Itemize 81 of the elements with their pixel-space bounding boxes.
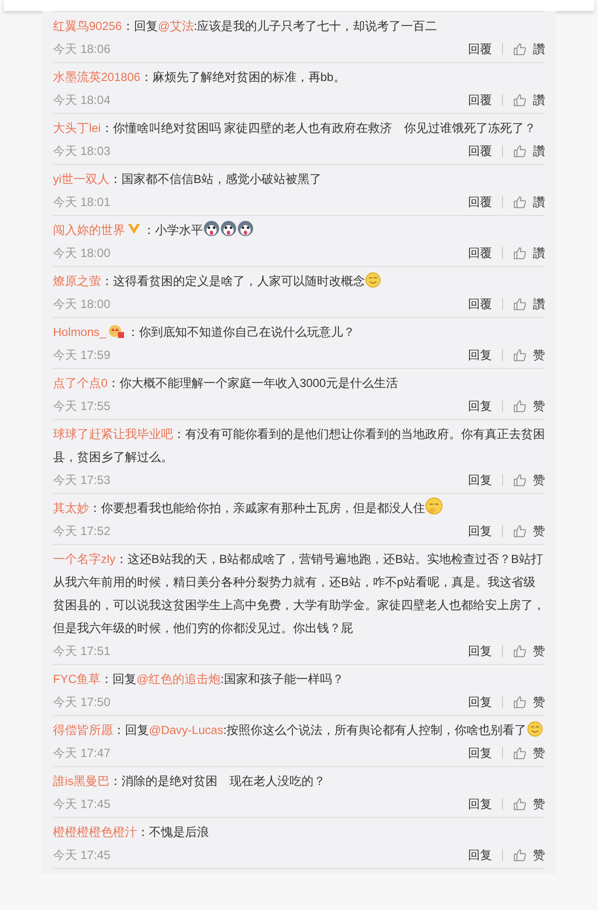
comment-text: 球球了赶紧让我毕业吧：有没有可能你看到的是他们想让你看到的当地政府。你有真正去贫困县，贫困乡了解过么。 [53, 426, 545, 466]
like-link[interactable]: 讚 [533, 90, 545, 108]
comment-text: 橙橙橙橙色橙汁：不愧是后浪 [53, 824, 210, 841]
like-link[interactable]: 讚 [533, 244, 545, 262]
like-link[interactable]: 赞 [533, 470, 545, 488]
reply-link[interactable]: 回覆 [468, 192, 492, 210]
comment-text: 得偿皆所愿：回复@Davy-Lucas:按照你这么个说法，所有舆论都有人控制，你啥也别看了 [53, 719, 545, 742]
timestamp: 今天 18:04 [53, 92, 110, 108]
comment-text: 誰is黑曼巴：消除的是绝对贫困 现在老人没吃的？ [53, 773, 327, 790]
timestamp: 今天 17:45 [53, 846, 110, 864]
like-link[interactable]: 赞 [533, 642, 545, 660]
thumbs-up-icon[interactable] [513, 524, 527, 538]
like-link[interactable]: 赞 [533, 794, 545, 812]
thumbs-up-icon[interactable] [513, 746, 527, 760]
timestamp: 今天 17:52 [53, 522, 110, 540]
like-link[interactable]: 赞 [533, 522, 545, 540]
comment-text: 大头丁lei：你懂啥叫绝对贫困吗 家徒四壁的老人也有政府在救济 你见过谁饿死了冻死了？ [53, 120, 538, 137]
thumbs-up-icon[interactable] [513, 144, 527, 158]
thumbs-up-icon[interactable] [513, 848, 527, 862]
thumbs-up-icon[interactable] [513, 694, 527, 708]
comment-text: 水墨流英201806：麻烦先了解绝对贫困的标准，再bb。 [53, 69, 346, 86]
thumbs-up-icon[interactable] [513, 348, 527, 362]
reply-link[interactable]: 回覆 [468, 142, 492, 160]
comment-text: 闯入妳的世界 ：小学水平 [53, 219, 545, 242]
timestamp: 今天 18:00 [53, 244, 110, 262]
smiley-icon [365, 272, 381, 288]
timestamp: 今天 17:47 [53, 744, 110, 762]
timestamp: 今天 17:50 [53, 694, 110, 710]
like-link[interactable]: 讚 [533, 142, 545, 160]
reply-link[interactable]: 回复 [468, 846, 492, 864]
like-link[interactable]: 讚 [533, 294, 545, 312]
timestamp: 今天 17:45 [53, 796, 110, 812]
comment-text: yi世一双人：国家都不信信B站，感觉小破站被黑了 [53, 171, 322, 188]
reply-link[interactable]: 回复 [468, 470, 492, 488]
comment-text: 点了个点0：你大概不能理解一个家庭一年收入3000元是什么生活 [53, 375, 399, 392]
reply-link[interactable]: 回覆 [468, 90, 492, 108]
timestamp: 今天 17:59 [53, 346, 110, 364]
reply-link[interactable]: 回复 [468, 522, 492, 540]
timestamp: 今天 17:53 [53, 472, 110, 488]
like-link[interactable]: 赞 [533, 692, 545, 710]
like-link[interactable]: 赞 [533, 846, 545, 864]
comment-text: 一个名字zly：这还B站我的天，B站都成啥了，营销号遍地跑，还B站。实地检查过否？B站打从我六年前用的时候，精日美分各种分裂势力就有，还B站，咋不p站看呢，真是。我这省级贫困县的，可以说我这贫困学生上高中免费，大学有助学金。家徒四壁老人也都给安上房了，但是我六年级的时候，他们穷的你都没见过。你出钱？屁 [53, 551, 545, 637]
like-link[interactable]: 赞 [533, 346, 545, 364]
thumbs-up-icon[interactable] [513, 296, 527, 310]
smiley-icon [526, 721, 543, 737]
reply-link[interactable]: 回覆 [468, 40, 492, 58]
thumbs-up-icon[interactable] [513, 246, 527, 260]
thumbs-up-icon[interactable] [513, 194, 527, 208]
like-link[interactable]: 讚 [533, 192, 545, 210]
like-link[interactable]: 赞 [533, 396, 545, 414]
husky-emoji-icon [237, 220, 254, 237]
reply-link[interactable]: 回复 [468, 692, 492, 710]
reply-link[interactable]: 回复 [468, 642, 492, 660]
like-link[interactable]: 赞 [533, 744, 545, 762]
thumbs-up-icon[interactable] [513, 92, 527, 106]
reply-link[interactable]: 回覆 [468, 294, 492, 312]
thumbs-up-icon[interactable] [513, 398, 527, 412]
like-link[interactable]: 讚 [533, 40, 545, 58]
thumbs-up-icon[interactable] [513, 644, 527, 658]
reply-link[interactable]: 回复 [468, 744, 492, 762]
timestamp: 今天 17:55 [53, 398, 110, 414]
reply-link[interactable]: 回复 [468, 794, 492, 812]
thinking-emoji-icon [425, 497, 443, 515]
reply-link[interactable]: 回覆 [468, 244, 492, 262]
timestamp: 今天 17:51 [53, 642, 110, 660]
thumbs-up-icon[interactable] [513, 472, 527, 486]
comment-text: Holmons_ ：你到底知不知道你自己在说什么玩意儿？ [53, 322, 356, 341]
husky-emoji-icon [220, 220, 237, 237]
husky-emoji-icon [203, 220, 220, 237]
comment-text: 其太妙：你要想看我也能给你拍，亲戚家有那种土瓦房，但是都没人住 [53, 497, 545, 520]
timestamp: 今天 18:01 [53, 194, 110, 210]
reply-link[interactable]: 回复 [468, 346, 492, 364]
comment-text: 燎原之萤：这得看贫困的定义是啥了，人家可以随时改概念 [53, 270, 545, 293]
timestamp: 今天 18:03 [53, 142, 110, 160]
thumbs-up-icon[interactable] [513, 796, 527, 810]
comment-text: FYC鱼草：回复@红色的追击炮:国家和孩子能一样吗？ [53, 671, 345, 688]
timestamp: 今天 18:06 [53, 40, 110, 58]
thumbs-up-icon[interactable] [513, 42, 527, 56]
timestamp: 今天 18:00 [53, 296, 110, 312]
reply-link[interactable]: 回复 [468, 396, 492, 414]
comment-text: 红翼鸟90256：回复@艾法:应该是我的儿子只考了七十，却说考了一百二 [53, 18, 438, 35]
